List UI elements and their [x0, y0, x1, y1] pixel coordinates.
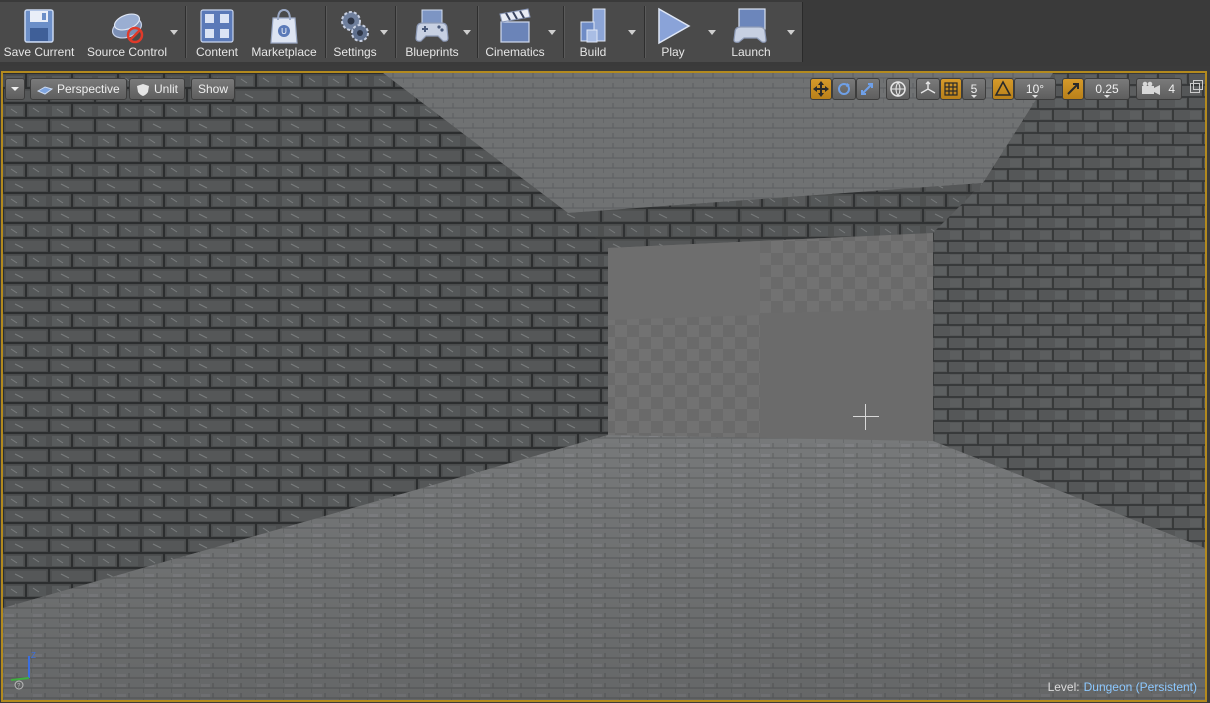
settings-label: Settings	[333, 45, 377, 59]
source-control-button[interactable]: Source Control	[82, 2, 172, 62]
perspective-label: Perspective	[57, 82, 120, 96]
launch-menu-caret[interactable]	[784, 28, 798, 38]
camera-speed-value: 4	[1168, 82, 1175, 96]
settings-menu-caret[interactable]	[377, 28, 391, 38]
toolbar-separator	[325, 6, 327, 58]
cinematics-button[interactable]: Cinematics	[482, 2, 548, 62]
toolbar-separator	[395, 6, 397, 58]
save-current-button[interactable]: Save Current	[2, 2, 76, 62]
axis-gizmo: Z ?	[10, 651, 36, 690]
dungeon-scene-render[interactable]	[3, 73, 1205, 700]
play-menu-caret[interactable]	[705, 28, 719, 38]
content-label: Content	[195, 45, 239, 59]
move-arrows-icon	[813, 81, 829, 97]
gamepad-icon	[415, 9, 449, 42]
scale-mode-button[interactable]	[856, 78, 880, 100]
chevron-down-icon	[11, 87, 19, 91]
scale-snap-icon	[1067, 83, 1079, 95]
marketplace-bag-icon: U	[270, 8, 298, 44]
maximize-viewport-button[interactable]	[1190, 80, 1203, 93]
toolbar-separator	[185, 6, 187, 58]
camera-icon	[1142, 81, 1160, 95]
play-button[interactable]: Play	[650, 2, 696, 62]
blueprints-menu-caret[interactable]	[460, 28, 474, 38]
build-blocks-icon	[580, 8, 606, 43]
toolbar-separator	[563, 6, 565, 58]
source-control-menu-caret[interactable]	[167, 28, 181, 38]
launch-button[interactable]: Launch	[724, 2, 778, 62]
grid-snap-value[interactable]: 5	[962, 78, 986, 100]
viewport-crosshair	[853, 404, 879, 430]
perspective-cube-icon	[37, 86, 53, 95]
build-label: Build	[579, 45, 607, 59]
marketplace-button[interactable]: U Marketplace	[249, 2, 319, 62]
svg-text:Z: Z	[31, 651, 36, 660]
svg-text:U: U	[281, 27, 287, 36]
launch-label: Launch	[731, 45, 771, 59]
unlit-mode-button[interactable]: Unlit	[129, 78, 186, 100]
back-wall-quadrant	[760, 309, 933, 441]
unlit-label: Unlit	[154, 82, 179, 96]
transform-toolbar: 5 10° 0.25 4	[810, 78, 1202, 100]
source-control-icon	[111, 13, 144, 44]
back-wall-quadrant	[608, 241, 760, 320]
content-button[interactable]: Content	[191, 2, 243, 62]
rotation-snap-value-text: 10°	[1025, 82, 1045, 96]
grid-snap-toggle[interactable]	[940, 78, 962, 100]
build-button[interactable]: Build	[570, 2, 616, 62]
surface-snap-icon	[920, 81, 936, 94]
build-menu-caret[interactable]	[625, 28, 639, 38]
scale-arrows-icon	[861, 83, 873, 95]
content-browser-icon	[200, 9, 234, 43]
save-current-label: Save Current	[3, 45, 75, 59]
play-icon	[658, 7, 691, 45]
surface-snap-toggle[interactable]	[916, 78, 940, 100]
shield-icon	[137, 83, 149, 96]
level-name: Dungeon (Persistent)	[1083, 680, 1197, 694]
rotate-icon	[838, 83, 850, 95]
viewport-options-dropdown[interactable]	[5, 78, 25, 100]
cinematics-label: Cinematics	[485, 45, 545, 59]
settings-button[interactable]: Settings	[330, 2, 380, 62]
floppy-disk-icon	[24, 9, 54, 43]
toolbar-strip: Save Current Source Control Content U Ma…	[0, 2, 803, 62]
perspective-view-button[interactable]: Perspective	[30, 78, 127, 100]
grid-snap-value-text: 5	[970, 82, 978, 96]
marketplace-label: Marketplace	[251, 45, 317, 59]
blueprints-button[interactable]: Blueprints	[402, 2, 462, 62]
rotate-mode-button[interactable]	[832, 78, 856, 100]
translate-mode-button[interactable]	[810, 78, 832, 100]
main-toolbar: Save Current Source Control Content U Ma…	[0, 0, 1210, 66]
clapperboard-icon	[499, 8, 531, 43]
toolbar-separator	[644, 6, 646, 58]
play-label: Play	[661, 45, 685, 59]
launch-monitor-icon	[733, 8, 767, 43]
level-label: Level:	[1047, 680, 1080, 694]
rotation-snap-value[interactable]: 10°	[1014, 78, 1056, 100]
current-level-indicator: Level: Dungeon (Persistent)	[1048, 680, 1197, 694]
show-label: Show	[198, 82, 229, 96]
gears-icon	[341, 11, 369, 42]
camera-speed-button[interactable]: 4	[1136, 78, 1182, 100]
world-local-toggle[interactable]	[886, 78, 910, 100]
scale-snap-value-text: 0.25	[1095, 82, 1119, 96]
toolbar-separator	[477, 6, 479, 58]
cinematics-menu-caret[interactable]	[545, 28, 559, 38]
rotation-snap-toggle[interactable]	[992, 78, 1014, 100]
show-flags-button[interactable]: Show	[191, 78, 236, 100]
globe-icon	[890, 81, 906, 98]
grid-icon	[944, 82, 958, 96]
blueprints-label: Blueprints	[405, 45, 459, 59]
scale-snap-value[interactable]: 0.25	[1084, 78, 1130, 100]
scale-snap-toggle[interactable]	[1062, 78, 1084, 100]
source-control-label: Source Control	[86, 45, 168, 59]
angle-icon	[994, 80, 1012, 96]
level-viewport[interactable]: Perspective Unlit Show 5 10° 0.25 4 Z ? …	[1, 71, 1207, 702]
